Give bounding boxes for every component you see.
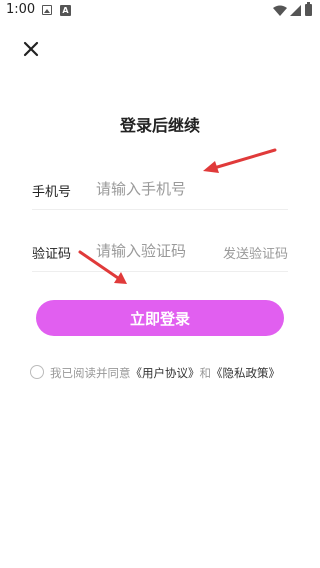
code-row: 验证码 发送验证码 bbox=[32, 232, 288, 272]
user-agreement-link[interactable]: 《用户协议》 bbox=[131, 366, 200, 380]
wifi-icon bbox=[273, 5, 287, 16]
code-label: 验证码 bbox=[32, 247, 72, 262]
image-icon bbox=[42, 5, 52, 15]
close-icon bbox=[23, 41, 39, 57]
status-time: 1:00 bbox=[6, 2, 36, 17]
agreement-prefix: 我已阅读并同意 bbox=[50, 366, 131, 380]
login-screen: 1:00 A 登录后继续 手机号 验证码 发送验证码 立即登录 我已阅读并同意《… bbox=[0, 0, 320, 568]
phone-label: 手机号 bbox=[32, 185, 72, 200]
page-title: 登录后继续 bbox=[119, 116, 200, 135]
phone-row: 手机号 bbox=[32, 170, 288, 210]
phone-input[interactable] bbox=[96, 175, 226, 203]
agreement-text: 我已阅读并同意《用户协议》和《隐私政策》 bbox=[50, 365, 280, 381]
send-code-button[interactable]: 发送验证码 bbox=[223, 243, 288, 262]
agreement-conjunction: 和 bbox=[199, 366, 212, 380]
agreement-row: 我已阅读并同意《用户协议》和《隐私政策》 bbox=[30, 363, 290, 381]
privacy-policy-link[interactable]: 《隐私政策》 bbox=[211, 366, 280, 380]
a-notification-icon: A bbox=[60, 5, 71, 16]
signal-icon bbox=[290, 5, 301, 16]
close-button[interactable] bbox=[18, 36, 44, 62]
agreement-checkbox[interactable] bbox=[30, 365, 44, 379]
status-bar: 1:00 A bbox=[0, 0, 320, 22]
annotation-arrow-login bbox=[78, 250, 127, 284]
annotation-arrow-phone bbox=[203, 148, 277, 173]
login-button[interactable]: 立即登录 bbox=[36, 300, 284, 336]
battery-icon bbox=[305, 2, 312, 16]
